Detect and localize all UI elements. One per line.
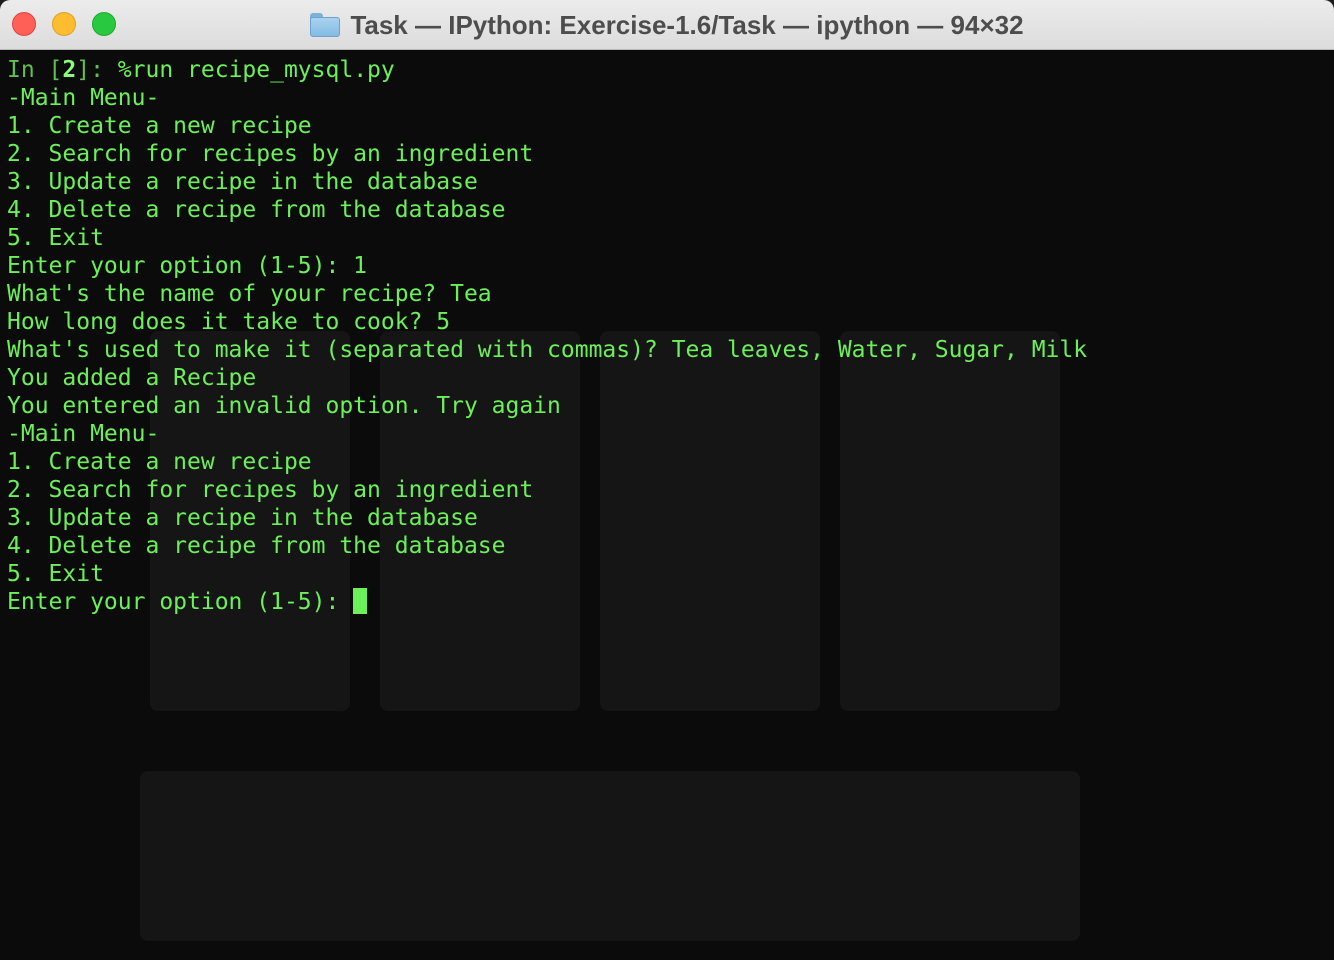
- output-line: 3. Update a recipe in the database: [7, 505, 478, 531]
- terminal-content[interactable]: In [2]: %run recipe_mysql.py -Main Menu-…: [0, 51, 1334, 960]
- current-input-line[interactable]: Enter your option (1-5):: [7, 588, 1087, 616]
- output-line: 3. Update a recipe in the database: [7, 169, 478, 195]
- output-line: 5. Exit: [7, 561, 104, 587]
- title-bar[interactable]: Task — IPython: Exercise-1.6/Task — ipyt…: [0, 0, 1334, 50]
- output-line: -Main Menu-: [7, 85, 160, 111]
- terminal-output: In [2]: %run recipe_mysql.py -Main Menu-…: [7, 56, 1087, 616]
- prompt-suffix: ]:: [76, 57, 118, 83]
- output-line: What's used to make it (separated with c…: [7, 337, 1088, 363]
- window-title: Task — IPython: Exercise-1.6/Task — ipyt…: [350, 9, 1024, 40]
- prompt-prefix: In [: [7, 57, 63, 83]
- background-ghost: [140, 771, 1080, 941]
- output-line: 4. Delete a recipe from the database: [7, 533, 506, 559]
- terminal-window: Task — IPython: Exercise-1.6/Task — ipyt…: [0, 0, 1334, 960]
- output-line: 1. Create a new recipe: [7, 113, 312, 139]
- prompt-number: 2: [62, 57, 77, 83]
- output-line: 4. Delete a recipe from the database: [7, 197, 506, 223]
- input-prompt: Enter your option (1-5):: [7, 589, 354, 615]
- output-line: What's the name of your recipe? Tea: [7, 281, 492, 307]
- text-cursor[interactable]: [353, 588, 368, 614]
- prompt-command: %run recipe_mysql.py: [117, 57, 395, 83]
- ipython-prompt-line: In [2]: %run recipe_mysql.py: [7, 56, 1087, 84]
- output-line: You added a Recipe: [7, 365, 257, 391]
- output-line: 2. Search for recipes by an ingredient: [7, 477, 534, 503]
- folder-icon: [310, 13, 341, 37]
- output-line: How long does it take to cook? 5: [7, 309, 451, 335]
- output-line: Enter your option (1-5): 1: [7, 253, 368, 279]
- window-title-group: Task — IPython: Exercise-1.6/Task — ipyt…: [0, 0, 1334, 50]
- output-line: -Main Menu-: [7, 421, 160, 447]
- output-line: You entered an invalid option. Try again: [7, 393, 561, 419]
- output-line: 1. Create a new recipe: [7, 449, 312, 475]
- output-line: 2. Search for recipes by an ingredient: [7, 141, 534, 167]
- output-line: 5. Exit: [7, 225, 104, 251]
